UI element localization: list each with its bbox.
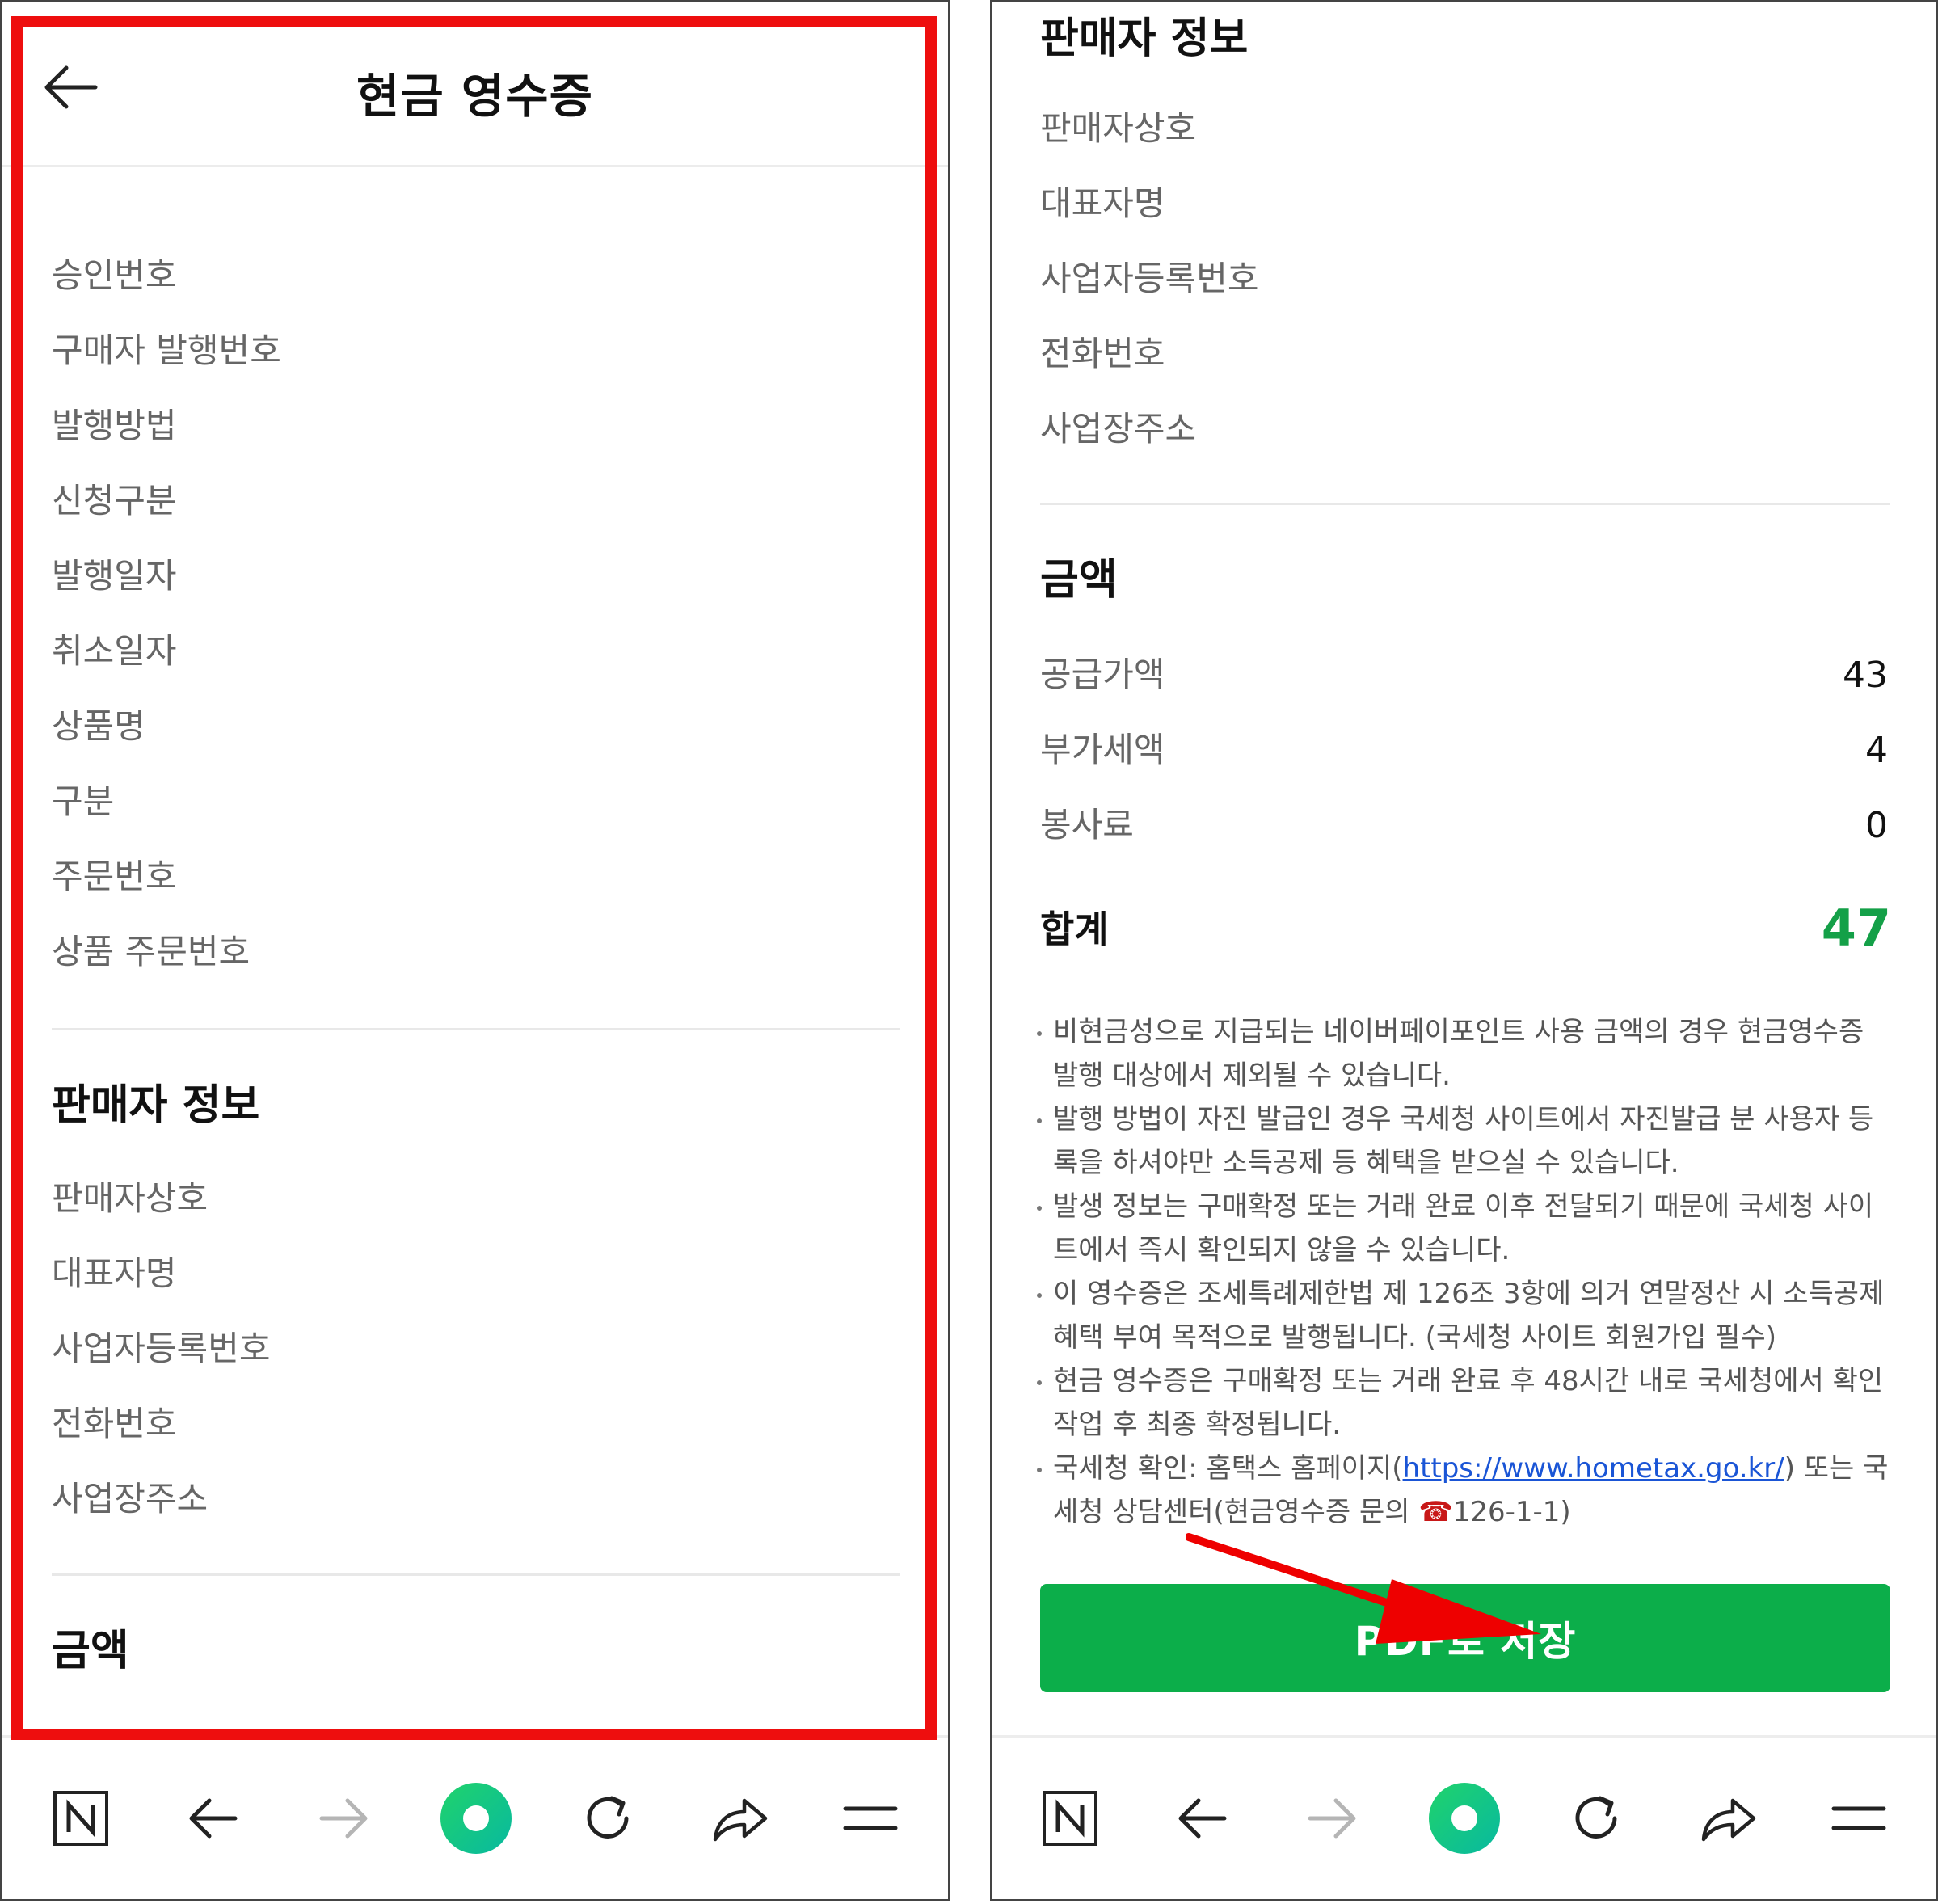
refresh-icon[interactable]	[1552, 1738, 1641, 1899]
seller-field-label: 전화번호	[52, 1404, 177, 1443]
forward-arrow-icon[interactable]	[1288, 1738, 1377, 1899]
bottom-nav	[2, 1735, 948, 1899]
section-divider	[1040, 503, 1890, 505]
seller-field-label: 대표자명	[52, 1253, 177, 1293]
seller-section-title: 판매자 정보	[1040, 15, 1249, 63]
seller-field-label: 대표자명	[1040, 183, 1165, 223]
receipt-field-label: 승인번호	[52, 255, 177, 295]
receipt-field-label: 발행방법	[52, 406, 177, 445]
seller-field-label: 사업자등록번호	[52, 1329, 271, 1368]
refresh-icon[interactable]	[563, 1738, 652, 1899]
right-screen: 판매자 정보 판매자상호대표자명사업자등록번호전화번호사업장주소 금액 공급가액…	[990, 0, 1938, 1901]
receipt-field-label: 구매자 발행번호	[52, 331, 281, 370]
amount-value: 0	[1865, 805, 1888, 846]
left-screen: 현금 영수증 승인번호구매자 발행번호발행방법신청구분발행일자취소일자상품명구분…	[0, 0, 950, 1901]
phone-icon: ☎	[1418, 1496, 1453, 1528]
seller-section-title: 판매자 정보	[52, 1081, 260, 1130]
forward-arrow-icon[interactable]	[300, 1738, 389, 1899]
page-title: 현금 영수증	[356, 69, 593, 124]
share-icon[interactable]	[695, 1738, 784, 1899]
notice-item: 현금 영수증은 구매확정 또는 거래 완료 후 48시간 내로 국세청에서 확인…	[1035, 1359, 1892, 1447]
home-circle-icon[interactable]	[432, 1738, 520, 1899]
seller-field-label: 사업장주소	[52, 1479, 209, 1519]
notice-item: 발행 방법이 자진 발급인 경우 국세청 사이트에서 자진발급 분 사용자 등록…	[1035, 1097, 1892, 1185]
amount-value: 43	[1843, 655, 1888, 696]
amount-label: 봉사료	[1040, 805, 1134, 845]
notice-item: 발생 정보는 구매확정 또는 거래 완료 이후 전달되기 때문에 국세청 사이트…	[1035, 1185, 1892, 1272]
notice-item: 이 영수증은 조세특례제한법 제 126조 3항에 의거 연말정산 시 소득공제…	[1035, 1272, 1892, 1359]
hometax-link[interactable]: https://www.hometax.go.kr/	[1403, 1452, 1784, 1485]
receipt-field-label: 구분	[52, 781, 115, 821]
receipt-field-label: 상품명	[52, 706, 145, 746]
total-label: 합계	[1040, 908, 1109, 951]
total-value: 47	[1821, 899, 1891, 958]
share-icon[interactable]	[1683, 1738, 1772, 1899]
receipt-field-label: 신청구분	[52, 481, 177, 520]
seller-field-label: 판매자상호	[1040, 108, 1197, 148]
section-divider	[52, 1028, 900, 1030]
receipt-field-label: 발행일자	[52, 556, 177, 596]
receipt-field-label: 상품 주문번호	[52, 932, 251, 971]
section-divider	[52, 1573, 900, 1576]
receipt-field-label: 주문번호	[52, 857, 177, 896]
header-bar: 현금 영수증	[2, 2, 948, 167]
naver-n-icon[interactable]	[1026, 1738, 1114, 1899]
seller-field-label: 전화번호	[1040, 334, 1165, 373]
amount-label: 공급가액	[1040, 655, 1165, 694]
amount-label: 부가세액	[1040, 730, 1165, 769]
seller-field-label: 사업장주소	[1040, 409, 1197, 449]
seller-field-label: 사업자등록번호	[1040, 259, 1259, 298]
seller-field-label: 판매자상호	[52, 1178, 209, 1218]
home-circle-icon[interactable]	[1420, 1738, 1509, 1899]
amount-value: 4	[1865, 730, 1888, 771]
hometax-note: 국세청 확인: 홈택스 홈페이지(https://www.hometax.go.…	[1035, 1447, 1892, 1534]
amount-section-title: 금액	[52, 1627, 129, 1675]
menu-icon[interactable]	[826, 1738, 915, 1899]
back-arrow-icon[interactable]	[168, 1738, 257, 1899]
notice-list: 비현금성으로 지급되는 네이버페이포인트 사용 금액의 경우 현금영수증 발행 …	[1035, 1010, 1892, 1534]
back-arrow-icon[interactable]	[1157, 1738, 1246, 1899]
menu-icon[interactable]	[1814, 1738, 1903, 1899]
notice-item: 비현금성으로 지급되는 네이버페이포인트 사용 금액의 경우 현금영수증 발행 …	[1035, 1010, 1892, 1097]
naver-n-icon[interactable]	[36, 1738, 125, 1899]
red-pointer-arrow-icon	[1186, 1533, 1541, 1644]
receipt-field-label: 취소일자	[52, 631, 177, 671]
amount-section-title: 금액	[1040, 556, 1118, 604]
bottom-nav	[992, 1735, 1936, 1899]
